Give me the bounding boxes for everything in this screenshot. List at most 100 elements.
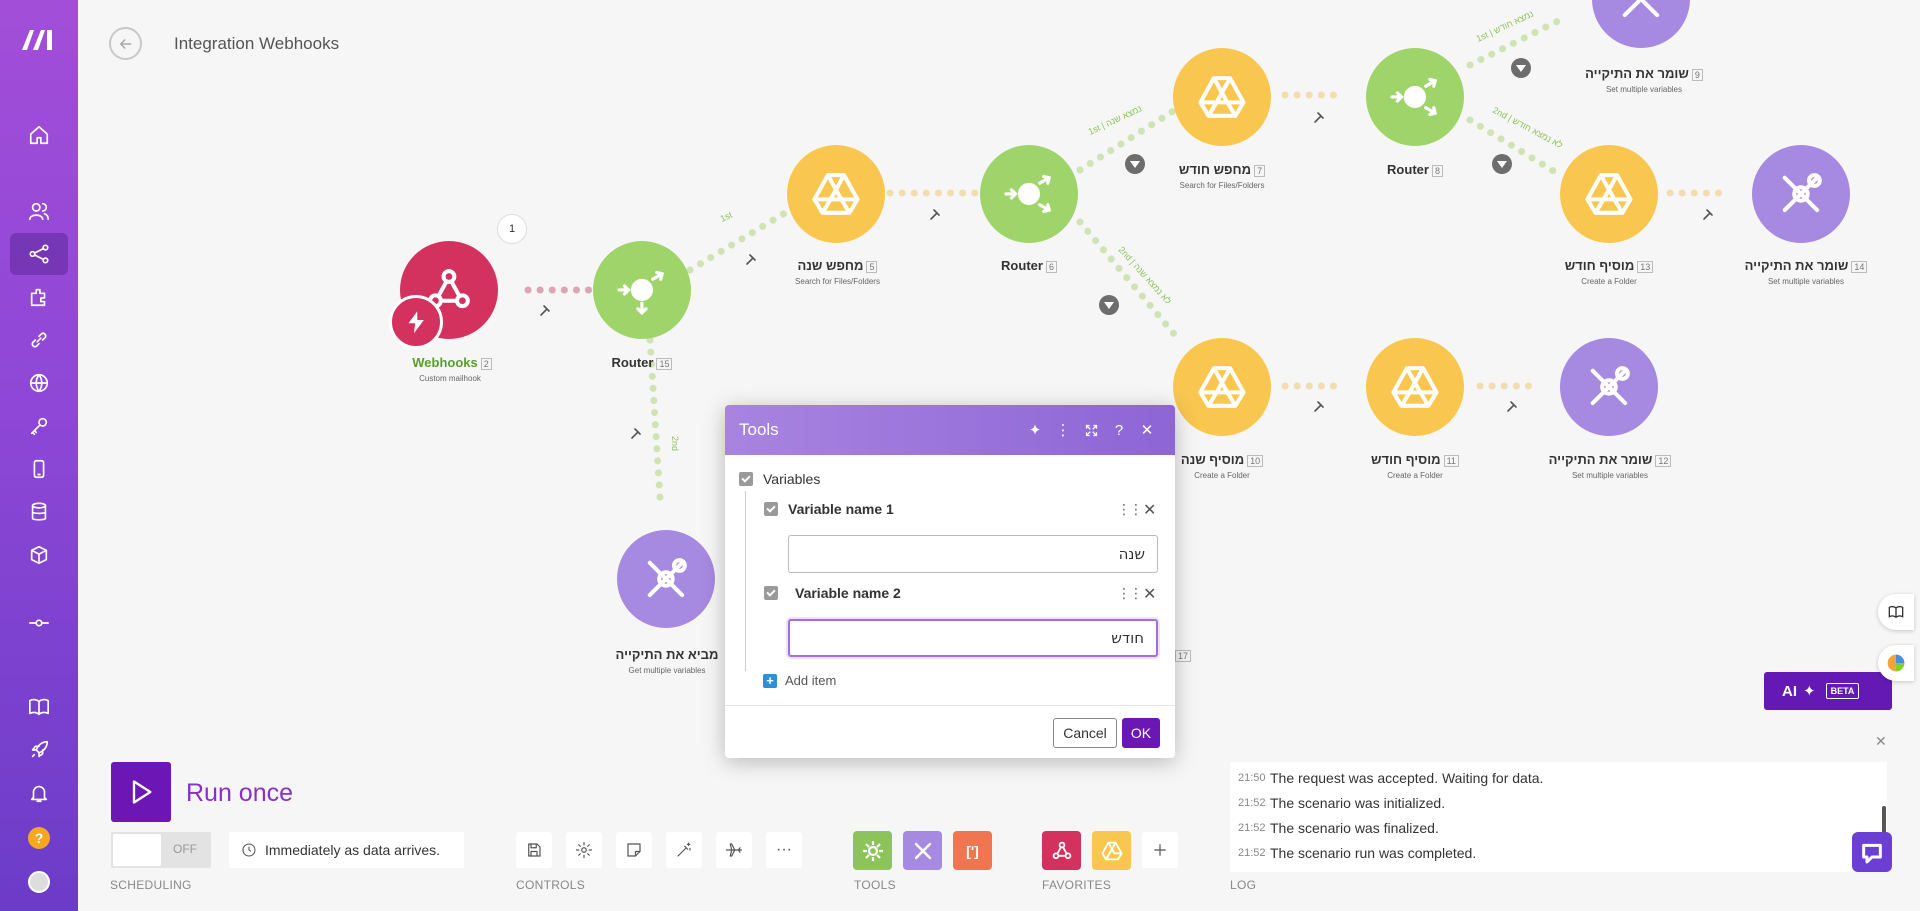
run-once-button[interactable] <box>111 762 171 822</box>
google-drive-module[interactable] <box>1366 338 1464 436</box>
google-drive-icon <box>1101 841 1122 860</box>
close-icon[interactable]: ✕ <box>1133 416 1161 444</box>
scheduling-toggle[interactable]: OFF <box>111 832 211 868</box>
color-palette-icon[interactable] <box>1878 645 1914 681</box>
team-icon[interactable] <box>10 190 68 232</box>
avatar[interactable] <box>28 871 50 893</box>
notifications-icon[interactable] <box>10 772 68 814</box>
tools-section-label: TOOLS <box>854 878 896 892</box>
arrow-left-icon <box>119 38 131 49</box>
filter-icon[interactable] <box>1099 295 1119 315</box>
explain-flow-button[interactable] <box>716 832 752 868</box>
module-title: שומר את התיקייה 12 <box>1547 452 1673 467</box>
save-icon <box>528 843 541 857</box>
settings-button[interactable] <box>566 832 602 868</box>
keys-icon[interactable] <box>10 405 68 447</box>
connections-icon[interactable] <box>10 319 68 361</box>
variable2-input[interactable]: חודש <box>788 619 1158 657</box>
scenarios-icon[interactable] <box>10 233 68 275</box>
operation-count-badge[interactable]: 1 <box>497 214 527 244</box>
google-drive-module[interactable] <box>1560 145 1658 243</box>
route-label-2nd: 2nd <box>670 436 680 451</box>
log-section-label: LOG <box>1230 878 1257 892</box>
add-favorite-button[interactable] <box>1142 832 1178 868</box>
variable1-input[interactable]: שנה <box>788 535 1158 573</box>
datastores-icon[interactable] <box>10 491 68 533</box>
flow-icon[interactable] <box>10 602 68 644</box>
route-label-1st: 1st <box>719 209 735 223</box>
tools-module[interactable] <box>1560 338 1658 436</box>
more-vertical-icon[interactable]: ⋮ <box>1049 416 1077 444</box>
module-subtitle: Set multiple variables <box>1571 471 1649 480</box>
devices-icon[interactable] <box>10 448 68 490</box>
router-module[interactable] <box>980 145 1078 243</box>
google-drive-module[interactable] <box>1173 48 1271 146</box>
help-icon[interactable]: ? <box>28 827 50 849</box>
docs-icon[interactable] <box>1878 594 1914 630</box>
tools-tool-button[interactable] <box>903 831 942 870</box>
templates-icon[interactable] <box>10 276 68 318</box>
drag-handle-icon[interactable]: ⋮⋮ <box>1117 501 1143 518</box>
cancel-button[interactable]: Cancel <box>1053 718 1117 748</box>
remove-item-icon[interactable]: ✕ <box>1143 584 1156 604</box>
chat-support-button[interactable] <box>1852 832 1892 872</box>
webhooks-favorite-button[interactable] <box>1042 831 1081 870</box>
tools-module[interactable] <box>617 530 715 628</box>
module-title: מביא את התיקייה <box>615 647 719 662</box>
module-title: Webhooks 2 <box>402 355 502 370</box>
variable1-checkbox[interactable] <box>764 502 778 516</box>
filter-icon[interactable] <box>1492 154 1512 174</box>
variable2-checkbox[interactable] <box>764 586 778 600</box>
router-icon <box>1390 77 1438 117</box>
launch-icon[interactable] <box>10 729 68 771</box>
google-drive-module[interactable] <box>787 145 885 243</box>
ai-label: AI <box>1782 682 1797 700</box>
webhooks-icon[interactable] <box>10 362 68 404</box>
tools-module[interactable] <box>1752 145 1850 243</box>
ai-sparkle-icon[interactable]: ✦ <box>1021 416 1049 444</box>
module-title: מוסיף שנה 10 <box>1168 452 1276 467</box>
expand-icon[interactable] <box>1077 416 1105 444</box>
filter-icon[interactable] <box>1125 154 1145 174</box>
page-title[interactable]: Integration Webhooks <box>174 34 339 54</box>
drag-handle-icon[interactable]: ⋮⋮ <box>1117 585 1143 602</box>
auto-align-button[interactable] <box>666 832 702 868</box>
sidebar: ? <box>0 0 78 911</box>
flow-control-tool-button[interactable] <box>853 831 892 870</box>
remove-item-icon[interactable]: ✕ <box>1143 500 1156 520</box>
tools-icon <box>1622 0 1660 18</box>
clock-icon <box>242 843 256 857</box>
router-module[interactable] <box>1366 48 1464 146</box>
instant-trigger-icon[interactable] <box>389 295 443 349</box>
more-button[interactable]: ··· <box>766 832 802 868</box>
add-item-label: Add item <box>785 673 837 688</box>
run-once-label[interactable]: Run once <box>186 779 293 808</box>
filter-icon[interactable] <box>1511 58 1531 78</box>
help-icon[interactable]: ? <box>1105 416 1133 444</box>
save-button[interactable] <box>516 832 552 868</box>
router-icon <box>1004 174 1052 214</box>
docs-icon[interactable] <box>10 686 68 728</box>
text-parser-tool-button[interactable]: ['] <box>953 831 992 870</box>
module-title: מוסיף חודש 13 <box>1555 258 1663 273</box>
plus-icon: + <box>763 673 777 688</box>
ok-button[interactable]: OK <box>1122 718 1160 748</box>
variables-checkbox[interactable] <box>739 472 753 486</box>
close-icon[interactable]: ✕ <box>1875 733 1887 750</box>
ai-assistant-button[interactable]: AI ✦ BETA <box>1764 672 1892 710</box>
log-entry: 21:52 The scenario was initialized. <box>1238 795 1446 811</box>
add-item-button[interactable]: + Add item <box>763 673 836 688</box>
google-drive-module[interactable] <box>1173 338 1271 436</box>
datastructures-icon[interactable] <box>10 534 68 576</box>
router-module[interactable] <box>593 241 691 339</box>
tools-module[interactable] <box>1592 0 1690 48</box>
schedule-setting-button[interactable]: Immediately as data arrives. <box>229 832 464 868</box>
notes-button[interactable] <box>616 832 652 868</box>
make-logo-icon[interactable] <box>19 24 59 54</box>
google-drive-favorite-button[interactable] <box>1092 831 1131 870</box>
module-subtitle: Search for Files/Folders <box>795 277 880 286</box>
log-entry: 21:52 The scenario run was completed. <box>1238 845 1477 861</box>
back-button[interactable] <box>109 27 142 60</box>
home-icon[interactable] <box>10 114 68 156</box>
tools-dialog: Tools ✦ ⋮ ? ✕ Variables Variable name 1 … <box>725 405 1175 758</box>
